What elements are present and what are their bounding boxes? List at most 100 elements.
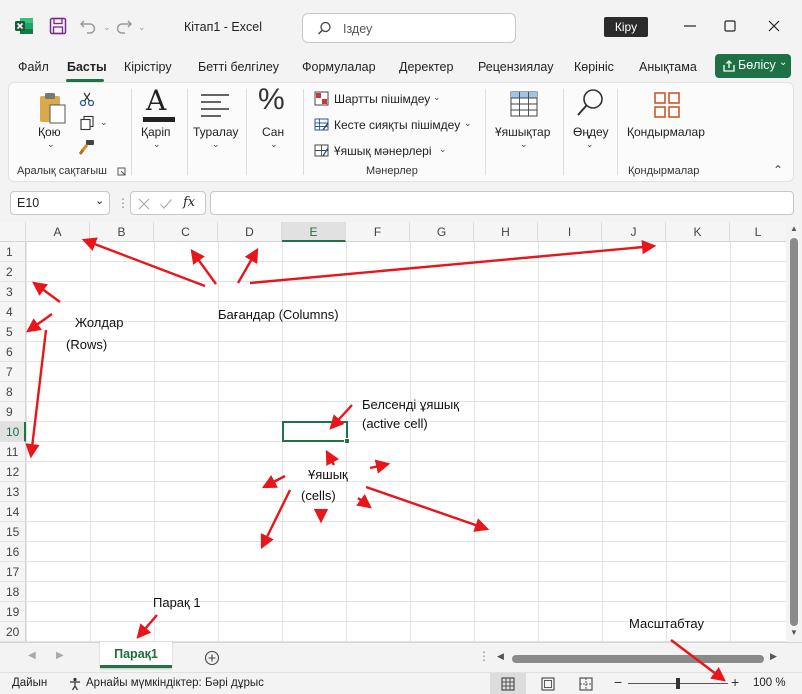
column-header-g[interactable]: G: [410, 222, 474, 242]
cell-styles-icon[interactable]: [314, 143, 329, 158]
zoom-level[interactable]: 100 %: [753, 677, 786, 689]
copy-chevron-icon[interactable]: ⌄: [100, 117, 108, 128]
column-header-j[interactable]: J: [602, 222, 666, 242]
number-chevron-icon[interactable]: ⌄: [270, 139, 278, 150]
accessibility-status[interactable]: Арнайы мүмкіндіктер: Бәрі дұрыс: [86, 677, 264, 689]
tab-home[interactable]: Басты: [67, 60, 107, 74]
copy-icon[interactable]: [79, 115, 95, 131]
column-header-l[interactable]: L: [730, 222, 786, 242]
row-header-8[interactable]: 8: [0, 382, 26, 402]
row-header-3[interactable]: 3: [0, 282, 26, 302]
format-as-table-button[interactable]: Кесте сияқты пішімдеу: [334, 118, 460, 132]
format-as-table-chevron-icon[interactable]: ⌄: [464, 118, 472, 129]
save-icon[interactable]: [48, 16, 68, 36]
scroll-up-arrow-icon[interactable]: ▲: [790, 224, 798, 233]
tab-view[interactable]: Көрініс: [574, 60, 614, 74]
column-header-a[interactable]: A: [26, 222, 90, 242]
next-sheet-arrow-icon[interactable]: ▶: [56, 650, 64, 661]
row-header-6[interactable]: 6: [0, 342, 26, 362]
normal-view-icon[interactable]: [501, 677, 515, 691]
minimize-icon[interactable]: [680, 14, 700, 38]
tab-insert[interactable]: Кірістіру: [124, 60, 172, 74]
column-header-h[interactable]: H: [474, 222, 538, 242]
column-header-b[interactable]: B: [90, 222, 154, 242]
cancel-entry-icon[interactable]: [137, 197, 151, 211]
page-layout-view-icon[interactable]: [541, 677, 555, 691]
alignment-chevron-icon[interactable]: ⌄: [212, 139, 220, 150]
cell-styles-button[interactable]: Ұяшық мәнерлері: [334, 144, 432, 158]
alignment-icon[interactable]: [199, 91, 231, 119]
undo-dropdown-chevron-icon[interactable]: ⌄: [103, 22, 111, 33]
editing-chevron-icon[interactable]: ⌄: [586, 139, 594, 150]
maximize-icon[interactable]: [720, 14, 740, 38]
scroll-right-arrow-icon[interactable]: ▶: [770, 651, 777, 662]
active-cell[interactable]: [282, 421, 348, 442]
row-header-11[interactable]: 11: [0, 442, 26, 462]
row-header-9[interactable]: 9: [0, 402, 26, 422]
row-header-18[interactable]: 18: [0, 582, 26, 602]
tab-file[interactable]: Файл: [18, 60, 49, 74]
magnifier-icon[interactable]: [575, 87, 605, 119]
tab-data[interactable]: Деректер: [399, 60, 453, 74]
row-header-12[interactable]: 12: [0, 462, 26, 482]
number-format-icon[interactable]: %: [258, 83, 285, 117]
row-header-16[interactable]: 16: [0, 542, 26, 562]
fill-handle[interactable]: [344, 438, 350, 444]
formula-input[interactable]: [210, 191, 794, 215]
vertical-scrollbar[interactable]: ▲ ▼: [786, 222, 802, 642]
row-header-4[interactable]: 4: [0, 302, 26, 322]
name-box-chevron-icon[interactable]: ⌄: [95, 194, 104, 207]
conditional-formatting-chevron-icon[interactable]: ⌄: [433, 92, 441, 103]
add-sheet-icon[interactable]: [204, 650, 220, 666]
tab-formulas[interactable]: Формулалар: [302, 60, 376, 74]
share-button[interactable]: Бөлісу ⌄: [715, 54, 791, 78]
tab-review[interactable]: Рецензиялау: [478, 60, 553, 74]
row-header-17[interactable]: 17: [0, 562, 26, 582]
horizontal-scroll-thumb[interactable]: [512, 655, 764, 663]
close-icon[interactable]: [764, 14, 784, 38]
collapse-ribbon-chevron-icon[interactable]: ⌃: [773, 163, 783, 177]
select-all-corner[interactable]: [0, 222, 26, 242]
conditional-formatting-icon[interactable]: [314, 91, 329, 106]
clipboard-dialog-launcher-icon[interactable]: [117, 167, 126, 176]
row-header-1[interactable]: 1: [0, 242, 26, 262]
conditional-formatting-button[interactable]: Шартты пішімдеу: [334, 92, 430, 106]
redo-icon[interactable]: [114, 16, 134, 36]
sign-in-button[interactable]: Кіру: [604, 17, 648, 37]
row-header-15[interactable]: 15: [0, 522, 26, 542]
sheet-tab-1[interactable]: Парақ1: [100, 642, 172, 668]
add-ins-icon[interactable]: [653, 91, 681, 119]
zoom-slider[interactable]: [628, 678, 728, 689]
column-header-e[interactable]: E: [282, 222, 346, 242]
zoom-out-icon[interactable]: −: [614, 674, 622, 690]
tab-split-grip-icon[interactable]: ⋮: [478, 649, 490, 663]
page-break-view-icon[interactable]: [579, 677, 593, 691]
undo-icon[interactable]: [78, 16, 98, 36]
font-chevron-icon[interactable]: ⌄: [153, 139, 161, 150]
cell-styles-chevron-icon[interactable]: ⌄: [439, 144, 447, 155]
paste-chevron-icon[interactable]: ⌄: [47, 139, 55, 150]
cut-icon[interactable]: [79, 91, 95, 107]
column-header-i[interactable]: I: [538, 222, 602, 242]
scroll-left-arrow-icon[interactable]: ◀: [497, 651, 504, 662]
format-as-table-icon[interactable]: [314, 117, 329, 132]
column-header-k[interactable]: K: [666, 222, 730, 242]
cells-chevron-icon[interactable]: ⌄: [520, 139, 528, 150]
column-header-d[interactable]: D: [218, 222, 282, 242]
zoom-slider-knob[interactable]: [676, 678, 680, 689]
accessibility-icon[interactable]: [68, 677, 82, 691]
row-header-14[interactable]: 14: [0, 502, 26, 522]
cells-icon[interactable]: [509, 89, 539, 119]
confirm-entry-icon[interactable]: [159, 197, 173, 211]
row-header-20[interactable]: 20: [0, 622, 26, 642]
column-header-c[interactable]: C: [154, 222, 218, 242]
row-header-7[interactable]: 7: [0, 362, 26, 382]
zoom-in-icon[interactable]: +: [731, 674, 739, 690]
name-box[interactable]: E10 ⌄: [10, 191, 110, 215]
prev-sheet-arrow-icon[interactable]: ◀: [28, 650, 36, 661]
row-header-19[interactable]: 19: [0, 602, 26, 622]
row-header-5[interactable]: 5: [0, 322, 26, 342]
paste-icon[interactable]: [37, 91, 67, 125]
insert-function-icon[interactable]: fx: [183, 195, 195, 210]
cell-area[interactable]: [26, 242, 786, 642]
